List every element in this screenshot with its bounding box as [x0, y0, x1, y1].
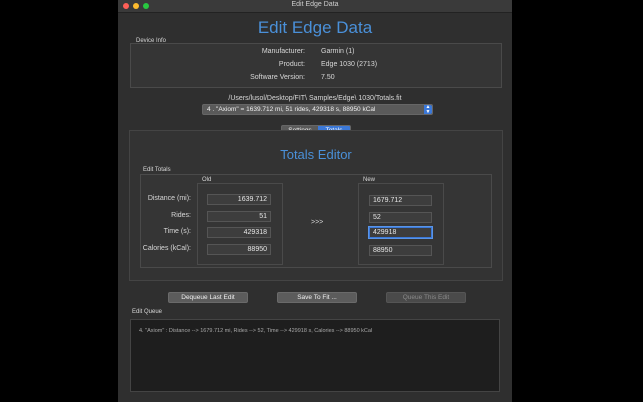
- edit-queue-label: Edit Queue: [132, 309, 163, 315]
- device-info-box: Manufacturer: Garmin (1) Product: Edge 1…: [130, 43, 502, 88]
- distance-new-field[interactable]: 1679.712: [369, 195, 432, 206]
- time-new-field[interactable]: 429918: [369, 227, 432, 238]
- app-window: Edit Edge Data Edit Edge Data Device Inf…: [118, 0, 512, 402]
- manufacturer-value: Garmin (1): [321, 48, 355, 55]
- list-item[interactable]: 4. "Axiom" : Distance --> 1679.712 mi, R…: [139, 328, 372, 334]
- totals-editor-title: Totals Editor: [280, 147, 352, 162]
- queue-this-edit-button[interactable]: Queue This Edit: [386, 292, 466, 303]
- edit-totals-box: Old New Distance (mi): 1639.712 1679.712…: [140, 174, 492, 268]
- calories-label: Calories (kCal):: [142, 245, 191, 252]
- software-version-value: 7.50: [321, 74, 335, 81]
- page-title: Edit Edge Data: [257, 18, 373, 37]
- arrow-indicator: >>>: [311, 219, 324, 226]
- rides-label: Rides:: [171, 212, 191, 219]
- distance-old-field: 1639.712: [207, 194, 271, 205]
- edit-totals-label: Edit Totals: [143, 167, 171, 173]
- record-select[interactable]: 4 . "Axiom" = 1639.712 mi, 51 rides, 429…: [202, 104, 433, 115]
- distance-label: Distance (mi):: [147, 195, 191, 202]
- record-select-value: 4 . "Axiom" = 1639.712 mi, 51 rides, 429…: [207, 106, 376, 113]
- software-version-label: Software Version:: [250, 74, 305, 81]
- product-label: Product:: [278, 61, 305, 68]
- file-path: /Users/lusol/Desktop/FIT\ Samples/Edge\ …: [228, 95, 402, 102]
- chevron-updown-icon: ▲ ▼: [424, 104, 432, 115]
- title-bar: Edit Edge Data: [118, 0, 512, 13]
- rides-new-field[interactable]: 52: [369, 212, 432, 223]
- rides-old-field: 51: [207, 211, 271, 222]
- product-value: Edge 1030 (2713): [321, 61, 378, 68]
- dequeue-last-edit-button[interactable]: Dequeue Last Edit: [168, 292, 248, 303]
- time-old-field: 429318: [207, 227, 271, 238]
- time-label: Time (s):: [163, 228, 191, 235]
- save-to-fit-button[interactable]: Save To Fit ...: [277, 292, 357, 303]
- manufacturer-label: Manufacturer:: [261, 48, 305, 55]
- tab-content: Totals Editor Edit Totals Old New Distan…: [129, 130, 503, 281]
- edit-queue-list[interactable]: 4. "Axiom" : Distance --> 1679.712 mi, R…: [130, 319, 500, 392]
- window-title: Edit Edge Data: [291, 1, 339, 8]
- calories-new-field[interactable]: 88950: [369, 245, 432, 256]
- calories-old-field: 88950: [207, 244, 271, 255]
